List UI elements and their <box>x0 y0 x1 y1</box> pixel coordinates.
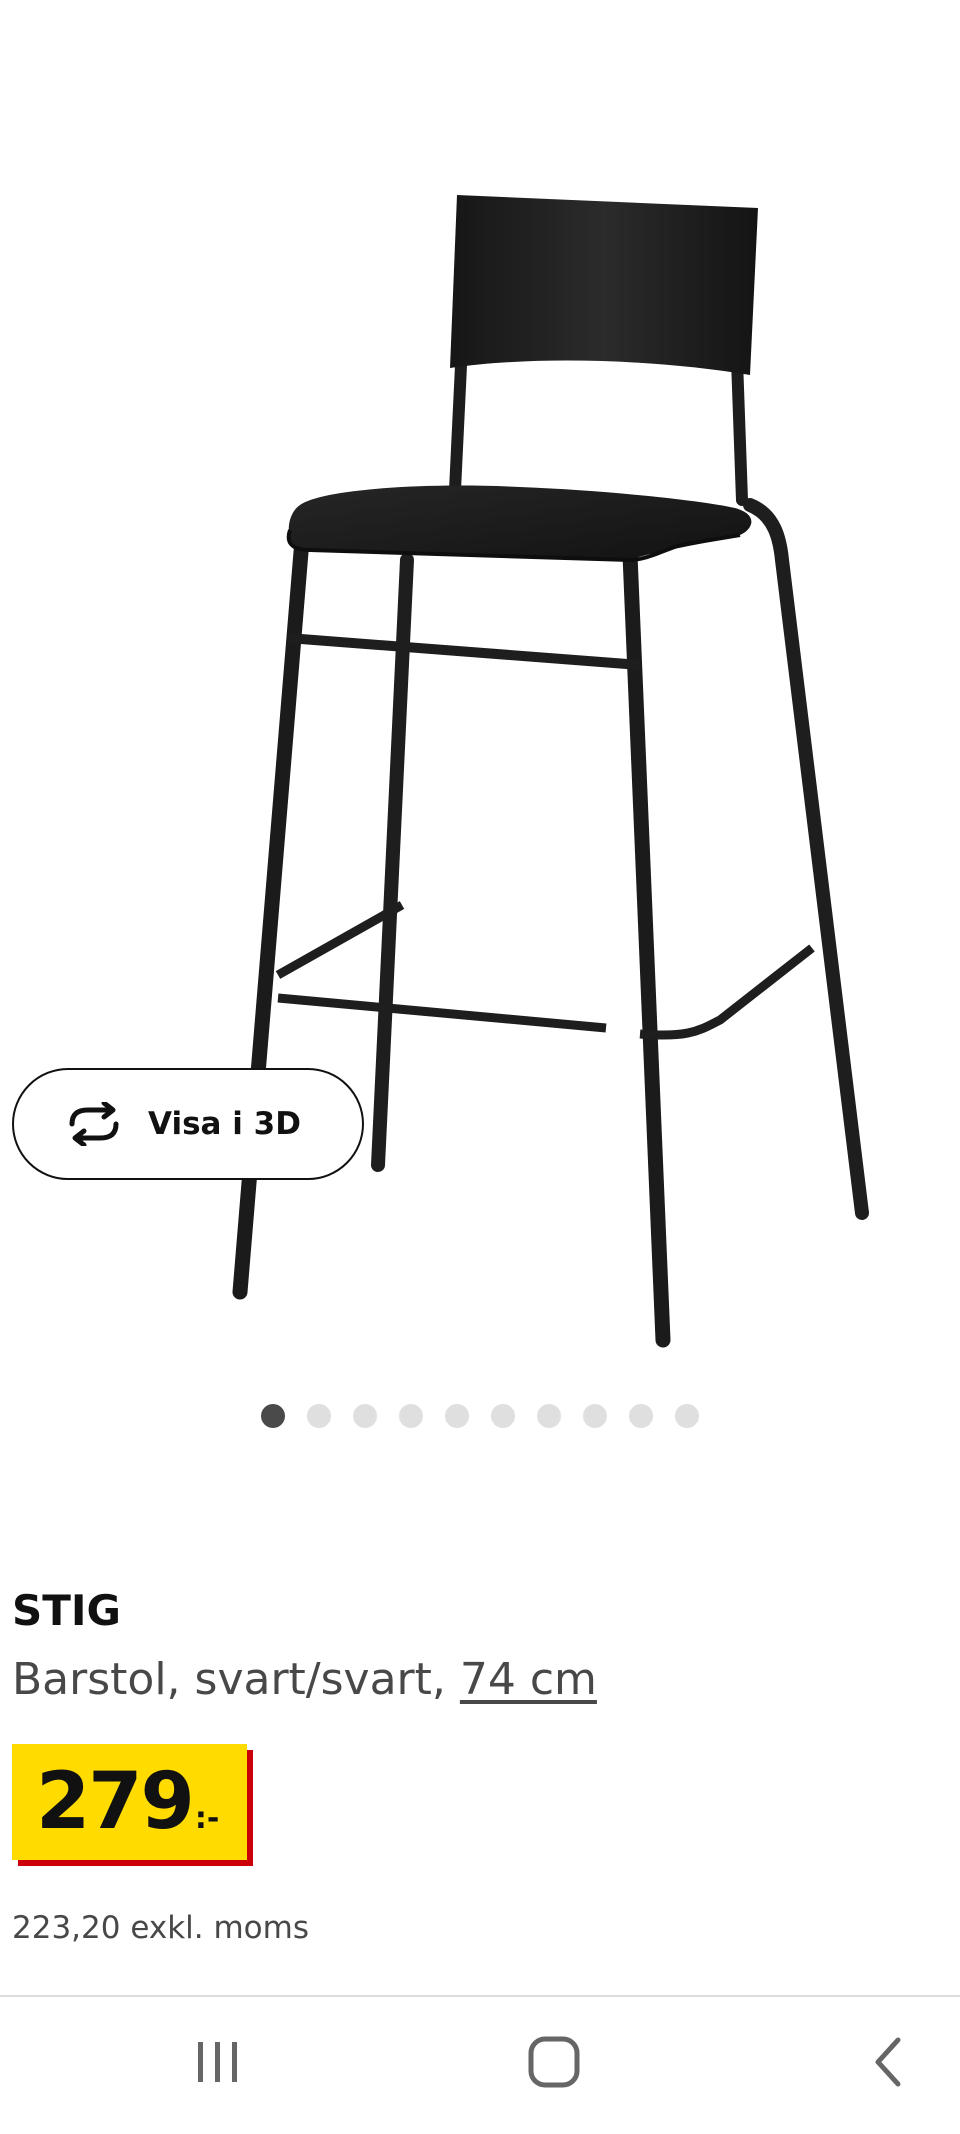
carousel-dot[interactable] <box>537 1404 561 1428</box>
recent-apps-button[interactable] <box>178 2027 258 2097</box>
carousel-dot[interactable] <box>675 1404 699 1428</box>
price-box: 279 :- <box>12 1744 248 1860</box>
price-suffix: :- <box>194 1801 220 1836</box>
view-3d-label: Visa i 3D <box>148 1106 301 1142</box>
carousel-dot[interactable] <box>399 1404 423 1428</box>
carousel-dot[interactable] <box>583 1404 607 1428</box>
back-button[interactable] <box>848 2027 928 2097</box>
product-description: Barstol, svart/svart, 74 cm <box>12 1654 597 1705</box>
system-nav-bar <box>0 1997 960 2134</box>
carousel-dot[interactable] <box>445 1404 469 1428</box>
carousel-dot[interactable] <box>261 1404 285 1428</box>
carousel-dot[interactable] <box>307 1404 331 1428</box>
rotate-3d-icon <box>62 1102 126 1146</box>
back-icon <box>875 2037 901 2087</box>
size-link[interactable]: 74 cm <box>460 1654 597 1705</box>
home-button[interactable] <box>514 2027 594 2097</box>
carousel-dot[interactable] <box>353 1404 377 1428</box>
carousel-dot[interactable] <box>629 1404 653 1428</box>
price-value: 279 <box>36 1757 195 1847</box>
price-excl-vat: 223,20 exkl. moms <box>12 1910 309 1946</box>
recent-apps-icon <box>198 2042 237 2082</box>
image-carousel-dots <box>0 1404 960 1428</box>
product-page: Visa i 3D STIG Barstol, svart/svart, 74 … <box>0 0 960 2134</box>
carousel-dot[interactable] <box>491 1404 515 1428</box>
product-description-text: Barstol, svart/svart, <box>12 1654 460 1705</box>
product-name: STIG <box>12 1586 121 1635</box>
home-icon <box>528 2036 580 2088</box>
view-3d-button[interactable]: Visa i 3D <box>12 1068 364 1180</box>
